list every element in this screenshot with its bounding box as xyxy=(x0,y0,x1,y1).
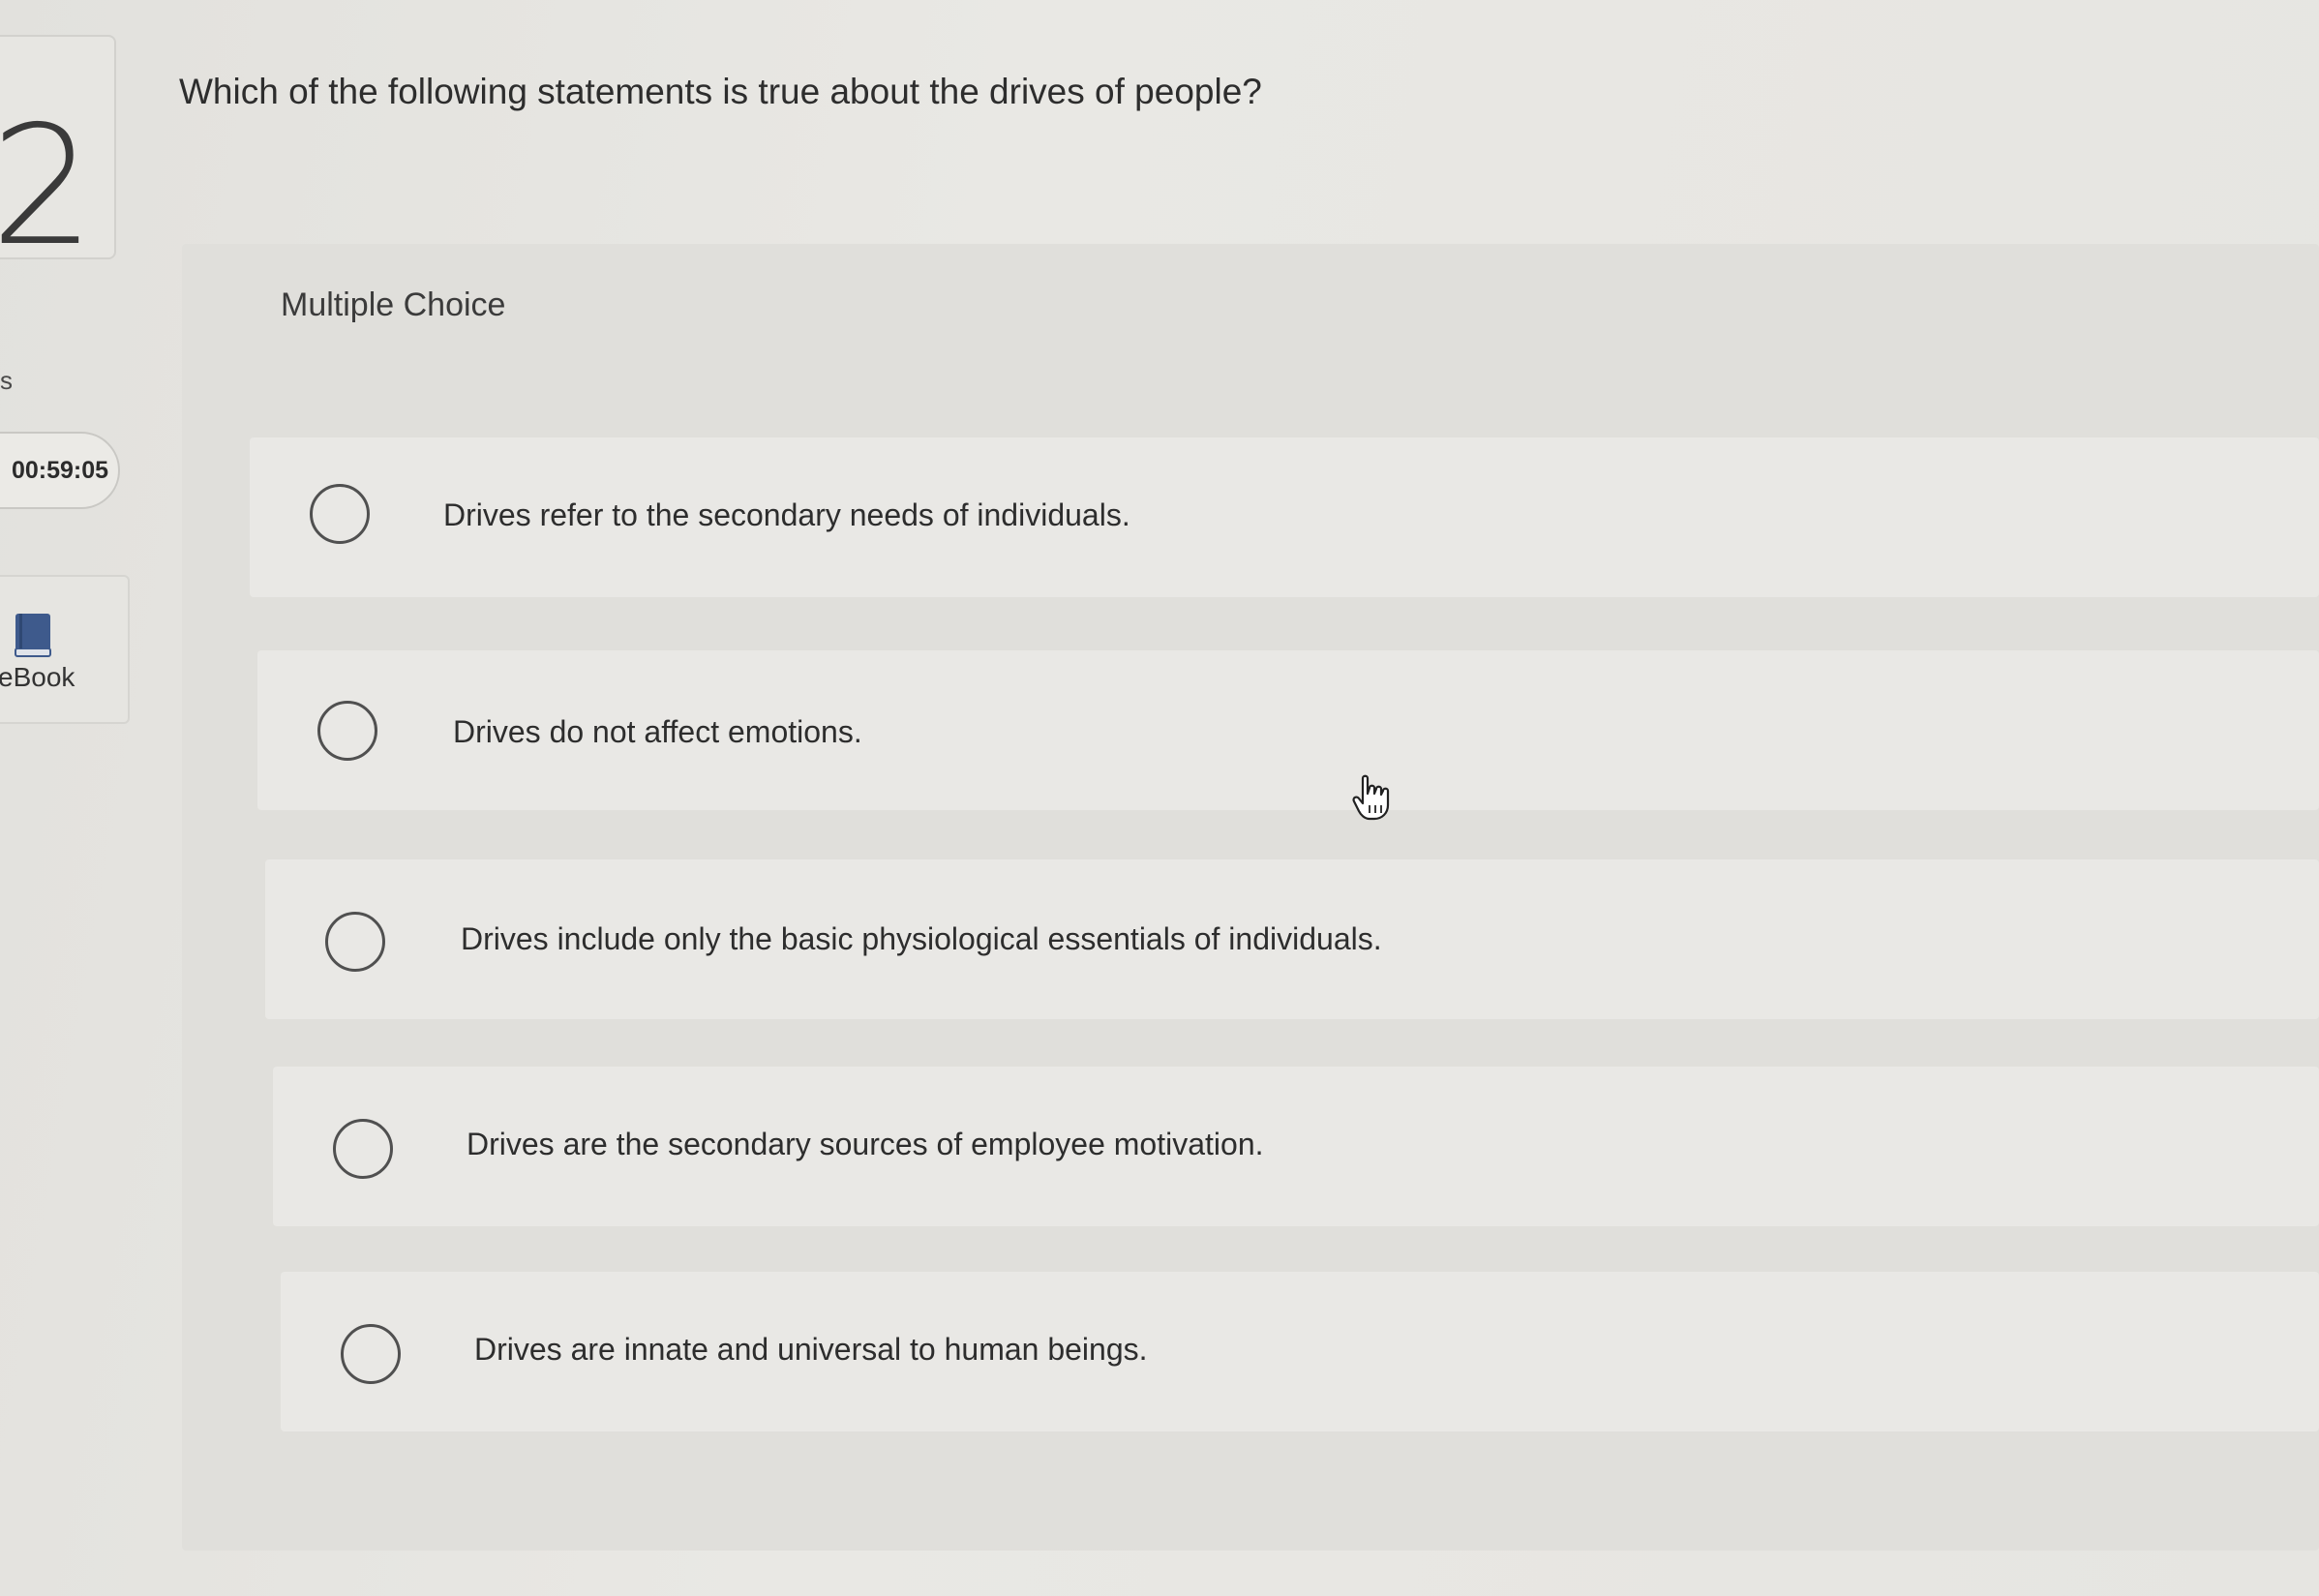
timer[interactable]: 00:59:05 xyxy=(0,432,120,509)
option-label: Drives are innate and universal to human… xyxy=(474,1332,1148,1367)
radio-button[interactable] xyxy=(333,1119,393,1179)
option-label: Drives include only the basic physiologi… xyxy=(461,921,1382,956)
left-rail: 2 s 00:59:05 eBook xyxy=(0,0,136,1596)
radio-button[interactable] xyxy=(310,484,370,544)
option-row[interactable]: Drives do not affect emotions. xyxy=(257,650,2319,810)
option-row[interactable]: Drives are innate and universal to human… xyxy=(281,1272,2319,1431)
points-label: s xyxy=(0,366,13,395)
option-row[interactable]: Drives include only the basic physiologi… xyxy=(265,859,2319,1019)
option-row[interactable]: Drives are the secondary sources of empl… xyxy=(273,1067,2319,1226)
book-icon xyxy=(15,614,51,657)
radio-button[interactable] xyxy=(317,701,377,761)
option-label: Drives refer to the secondary needs of i… xyxy=(443,497,1130,532)
question-type-label: Multiple Choice xyxy=(281,286,506,323)
radio-button[interactable] xyxy=(325,912,385,972)
ebook-button[interactable]: eBook xyxy=(0,575,130,724)
question-text: Which of the following statements is tru… xyxy=(179,72,1262,111)
radio-button[interactable] xyxy=(341,1324,401,1384)
question-number: 2 xyxy=(0,91,95,283)
hand-pointer-icon xyxy=(1352,774,1390,821)
ebook-label: eBook xyxy=(0,662,75,692)
question-number-box: 2 xyxy=(0,35,116,269)
option-label: Drives are the secondary sources of empl… xyxy=(467,1127,1264,1161)
option-row[interactable]: Drives refer to the secondary needs of i… xyxy=(250,437,2319,597)
option-label: Drives do not affect emotions. xyxy=(453,714,862,749)
